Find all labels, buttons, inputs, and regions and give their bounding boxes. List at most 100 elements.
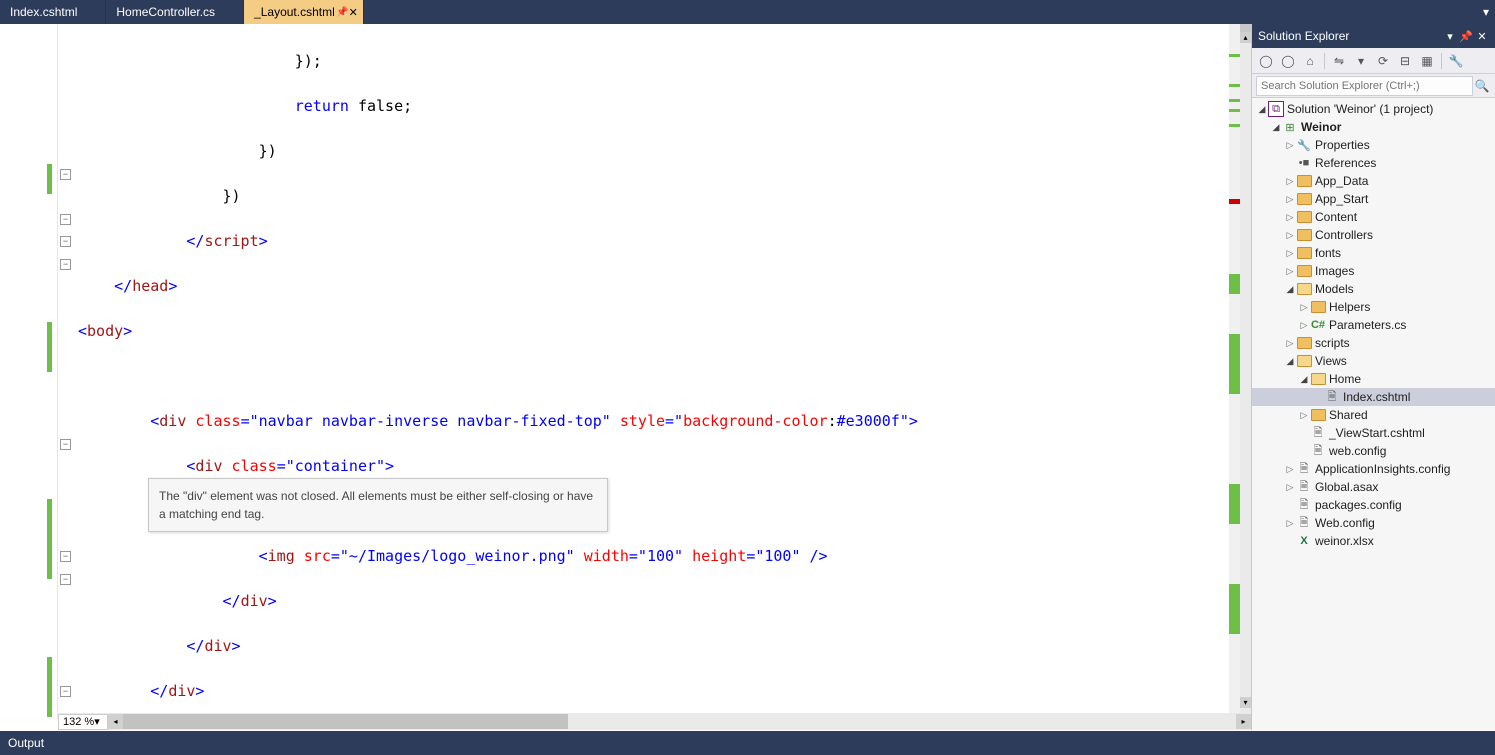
tree-item[interactable]: ▷🗎ApplicationInsights.config — [1252, 460, 1495, 478]
tree-item[interactable]: 🗎packages.config — [1252, 496, 1495, 514]
expand-arrow-icon[interactable]: ◢ — [1256, 104, 1268, 115]
home-icon[interactable]: ⌂ — [1300, 51, 1320, 71]
forward-icon[interactable]: ◯ — [1278, 51, 1298, 71]
outline-toggle[interactable]: − — [60, 574, 71, 585]
expand-arrow-icon[interactable]: ▷ — [1298, 410, 1310, 421]
expand-arrow-icon[interactable]: ◢ — [1284, 356, 1296, 367]
tree-item[interactable]: ▷🗎Global.asax — [1252, 478, 1495, 496]
tabwell-dropdown[interactable]: ▾ — [1477, 0, 1495, 24]
file-icon: 🗎 — [1310, 443, 1326, 459]
expand-arrow-icon[interactable]: ▷ — [1284, 338, 1296, 349]
tab-index[interactable]: Index.cshtml — [0, 0, 106, 24]
outline-toggle[interactable]: − — [60, 439, 71, 450]
search-input[interactable] — [1256, 76, 1473, 96]
outline-toggle[interactable]: − — [60, 214, 71, 225]
tree-item[interactable]: ▷C#Parameters.cs — [1252, 316, 1495, 334]
show-all-icon[interactable]: ▦ — [1417, 51, 1437, 71]
tree-item[interactable]: ▷ Controllers — [1252, 226, 1495, 244]
tree-item-label: packages.config — [1315, 498, 1402, 512]
expand-arrow-icon[interactable]: ▷ — [1284, 518, 1296, 529]
tree-item-label: Controllers — [1315, 228, 1373, 242]
collapse-all-icon[interactable]: ⊟ — [1395, 51, 1415, 71]
tab-layout[interactable]: _Layout.cshtml 📌 ✕ — [244, 0, 364, 24]
tree-item[interactable]: ▷Images — [1252, 262, 1495, 280]
output-window-tab[interactable]: Output — [0, 731, 1495, 755]
tree-item[interactable]: ▷ scripts — [1252, 334, 1495, 352]
expand-arrow-icon[interactable]: ▷ — [1284, 464, 1296, 475]
close-icon[interactable]: ✕ — [1475, 30, 1489, 43]
expand-arrow-icon[interactable]: ▷ — [1298, 320, 1310, 331]
tree-item[interactable]: ◢⊞Weinor — [1252, 118, 1495, 136]
expand-arrow-icon[interactable]: ▷ — [1284, 176, 1296, 187]
outline-toggle[interactable]: − — [60, 169, 71, 180]
tree-item[interactable]: 🗎_ViewStart.cshtml — [1252, 424, 1495, 442]
solution-explorer-toolbar: ◯ ◯ ⌂ ⇋ ▾ ⟳ ⊟ ▦ 🔧 — [1252, 48, 1495, 74]
tree-item-label: scripts — [1315, 336, 1350, 350]
tree-item[interactable]: ◢Models — [1252, 280, 1495, 298]
expand-arrow-icon[interactable]: ▷ — [1284, 212, 1296, 223]
pin-icon[interactable]: 📌 — [1459, 30, 1473, 43]
solution-tree[interactable]: ◢⧉Solution 'Weinor' (1 project)◢⊞Weinor▷… — [1252, 98, 1495, 730]
panel-title: Solution Explorer — [1258, 29, 1349, 43]
tree-item[interactable]: ▷App_Data — [1252, 172, 1495, 190]
tree-item-label: Web.config — [1315, 516, 1375, 530]
zoom-level[interactable]: 132 % ▾ — [58, 714, 108, 730]
file-icon: 🗎 — [1296, 479, 1312, 495]
outline-toggle[interactable]: − — [60, 551, 71, 562]
outline-toggle[interactable]: − — [60, 686, 71, 697]
expand-arrow-icon[interactable]: ▷ — [1284, 140, 1296, 151]
tree-item[interactable]: ▷ Shared — [1252, 406, 1495, 424]
expand-arrow-icon[interactable]: ▷ — [1298, 302, 1310, 313]
tree-item-label: Shared — [1329, 408, 1368, 422]
tree-item[interactable]: ▷App_Start — [1252, 190, 1495, 208]
folder-icon — [1296, 191, 1312, 207]
expand-arrow-icon[interactable]: ▷ — [1284, 482, 1296, 493]
vertical-scrollbar[interactable]: ▴ ▾ — [1240, 24, 1251, 719]
tree-item[interactable]: ▷🔧Properties — [1252, 136, 1495, 154]
tab-homecontroller[interactable]: HomeController.cs — [106, 0, 244, 24]
pending-changes-icon[interactable]: ▾ — [1351, 51, 1371, 71]
expand-arrow-icon[interactable]: ◢ — [1298, 374, 1310, 385]
tree-item[interactable]: ◢Views — [1252, 352, 1495, 370]
outline-toggle[interactable]: − — [60, 259, 71, 270]
expand-arrow-icon[interactable]: ▷ — [1284, 248, 1296, 259]
search-icon[interactable]: 🔍 — [1473, 79, 1491, 93]
tree-item-label: References — [1315, 156, 1376, 170]
solution-icon: ⧉ — [1268, 101, 1284, 117]
sync-icon[interactable]: ⇋ — [1329, 51, 1349, 71]
tree-item-label: web.config — [1329, 444, 1386, 458]
close-icon[interactable]: ✕ — [346, 6, 361, 19]
expand-arrow-icon[interactable]: ◢ — [1284, 284, 1296, 295]
back-icon[interactable]: ◯ — [1256, 51, 1276, 71]
tree-item[interactable]: •■References — [1252, 154, 1495, 172]
scroll-left-icon[interactable]: ◂ — [108, 714, 123, 729]
folder-icon — [1296, 245, 1312, 261]
tree-item[interactable]: ▷Content — [1252, 208, 1495, 226]
scroll-down-icon[interactable]: ▾ — [1240, 697, 1251, 708]
window-position-icon[interactable]: ▾ — [1443, 30, 1457, 43]
code-editor[interactable]: − − − − − − − − }); return false; }) }) … — [0, 24, 1251, 730]
outline-toggle[interactable]: − — [60, 236, 71, 247]
scroll-right-icon[interactable]: ▸ — [1236, 714, 1251, 729]
refresh-icon[interactable]: ⟳ — [1373, 51, 1393, 71]
tree-item[interactable]: 🗎web.config — [1252, 442, 1495, 460]
tree-item[interactable]: ▷Helpers — [1252, 298, 1495, 316]
file-icon: 🗎 — [1296, 461, 1312, 477]
tree-item[interactable]: ▷🗎Web.config — [1252, 514, 1495, 532]
expand-arrow-icon[interactable]: ▷ — [1284, 194, 1296, 205]
split-handle[interactable] — [1240, 24, 1251, 32]
scroll-up-icon[interactable]: ▴ — [1240, 32, 1251, 43]
tree-item-label: ApplicationInsights.config — [1315, 462, 1450, 476]
editor-gutter: − − − − − − − − — [0, 24, 58, 719]
properties-icon[interactable]: 🔧 — [1446, 51, 1466, 71]
expand-arrow-icon[interactable]: ◢ — [1270, 122, 1282, 133]
expand-arrow-icon[interactable]: ▷ — [1284, 266, 1296, 277]
expand-arrow-icon[interactable]: ▷ — [1284, 230, 1296, 241]
tree-item[interactable]: ◢⧉Solution 'Weinor' (1 project) — [1252, 100, 1495, 118]
tree-item[interactable]: ▷fonts — [1252, 244, 1495, 262]
tree-item[interactable]: 🗎Index.cshtml — [1252, 388, 1495, 406]
horizontal-scrollbar[interactable]: 132 % ▾ ◂ ▸ — [58, 713, 1251, 730]
tree-item[interactable]: ◢Home — [1252, 370, 1495, 388]
folder-icon — [1310, 299, 1326, 315]
tree-item[interactable]: Xweinor.xlsx — [1252, 532, 1495, 550]
